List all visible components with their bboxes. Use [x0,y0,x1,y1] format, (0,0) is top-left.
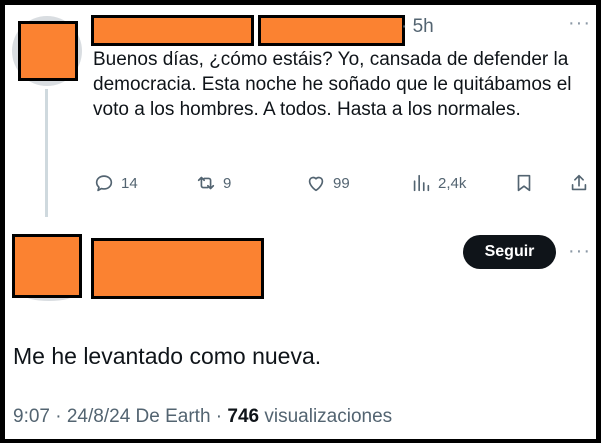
tweet-text: Buenos días, ¿cómo estáis? Yo, cansada d… [93,49,572,120]
reply-icon [95,175,113,192]
reply-text: Me he levantado como nueva. [13,343,322,369]
more-options-button[interactable]: ··· [568,12,591,35]
display-name-redacted[interactable] [91,15,254,46]
timestamp-source[interactable]: 9:07 · 24/8/24 De Earth · [13,406,227,427]
views-total: 746 [227,406,260,427]
display-name-redacted-2[interactable] [91,238,264,299]
retweet-icon [197,176,215,190]
tweet-meta: 9:07 · 24/8/24 De Earth · 746 visualizac… [13,406,392,428]
views-label: visualizaciones [259,406,393,427]
reply-button[interactable]: 14 [93,172,138,194]
views-icon [413,174,430,192]
follow-button[interactable]: Seguir [463,235,556,269]
share-button[interactable] [568,172,590,194]
thread-line [45,89,48,217]
share-icon [571,174,587,191]
like-button[interactable]: 99 [305,172,350,194]
username-redacted[interactable] [258,15,405,46]
bookmark-button[interactable] [513,172,535,194]
like-count: 99 [333,174,350,192]
reply-count: 14 [121,174,138,192]
like-icon [308,176,324,192]
tweet-time[interactable]: · 5h [401,16,434,38]
avatar-redacted-2[interactable] [12,234,82,298]
bookmark-icon [517,174,531,192]
more-options-button-2[interactable]: ··· [568,240,591,263]
tweet-card: · 5h ··· Buenos días, ¿cómo estáis? Yo, … [3,3,598,441]
views-count: 2,4k [438,174,467,192]
avatar-redacted[interactable] [18,21,78,81]
views-button[interactable]: 2,4k [410,172,466,194]
retweet-button[interactable]: 9 [195,172,231,194]
retweet-count: 9 [223,174,232,192]
